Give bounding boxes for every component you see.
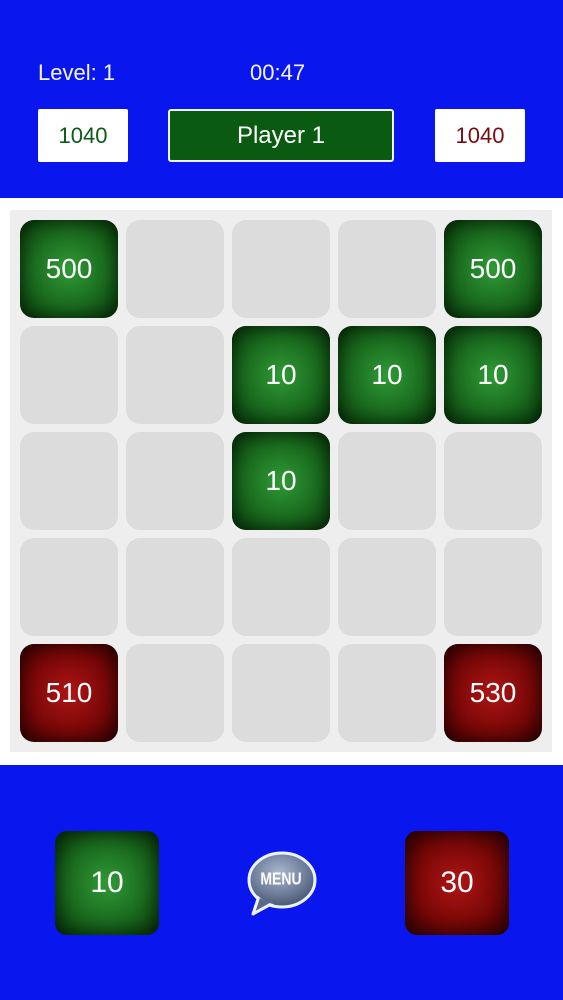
game-board: 500 500 10 10 10 10 510 530: [10, 210, 552, 752]
top-bar: [0, 0, 563, 198]
board-cell[interactable]: [232, 220, 330, 318]
board-cell[interactable]: [20, 326, 118, 424]
board-cell[interactable]: [338, 432, 436, 530]
green-tile[interactable]: 500: [444, 220, 542, 318]
board-cell[interactable]: [232, 644, 330, 742]
red-next-tile[interactable]: 30: [405, 831, 509, 935]
level-label: Level: 1: [38, 60, 116, 85]
green-next-tile[interactable]: 10: [55, 831, 159, 935]
board-cell[interactable]: [338, 644, 436, 742]
green-tile[interactable]: 10: [338, 326, 436, 424]
board-cell[interactable]: [444, 538, 542, 636]
board-cell[interactable]: [126, 538, 224, 636]
current-player-indicator: Player 1: [168, 109, 394, 162]
board-cell[interactable]: [126, 220, 224, 318]
game-timer: 00:47: [250, 60, 306, 85]
green-tile[interactable]: 10: [232, 326, 330, 424]
green-tile[interactable]: 10: [444, 326, 542, 424]
red-tile[interactable]: 530: [444, 644, 542, 742]
board-cell[interactable]: [126, 432, 224, 530]
player1-score: 1040: [38, 109, 128, 162]
menu-button[interactable]: MENU: [245, 848, 317, 918]
green-tile[interactable]: 500: [20, 220, 118, 318]
board-cell[interactable]: [20, 538, 118, 636]
board-cell[interactable]: [20, 432, 118, 530]
board-cell[interactable]: [444, 432, 542, 530]
board-cell[interactable]: [126, 644, 224, 742]
player2-score: 1040: [435, 109, 525, 162]
board-cell[interactable]: [126, 326, 224, 424]
board-cell[interactable]: [338, 538, 436, 636]
red-tile[interactable]: 510: [20, 644, 118, 742]
board-cell[interactable]: [338, 220, 436, 318]
board-cell[interactable]: [232, 538, 330, 636]
menu-label: MENU: [260, 868, 302, 888]
green-tile[interactable]: 10: [232, 432, 330, 530]
